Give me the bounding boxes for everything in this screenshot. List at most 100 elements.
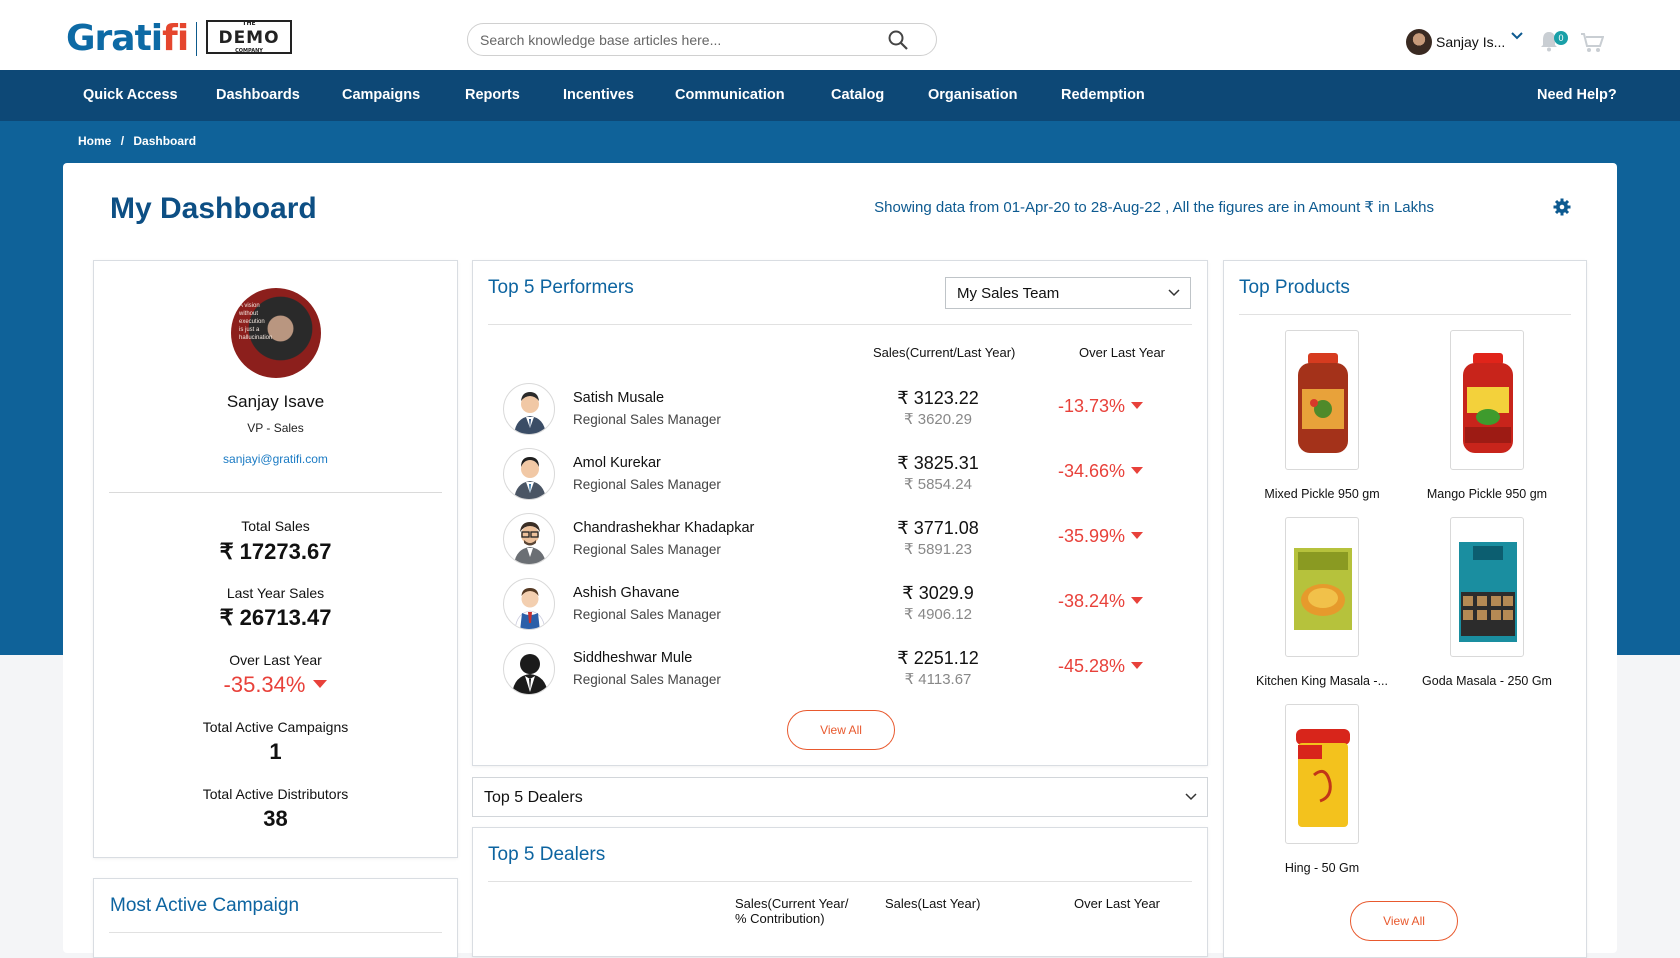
campaign-divider: [109, 932, 442, 933]
performer-avatar: [503, 578, 555, 630]
performer-change-value: -35.99%: [1058, 526, 1126, 546]
cart-icon[interactable]: [1580, 32, 1605, 59]
product-name[interactable]: Goda Masala - 250 Gm: [1407, 674, 1567, 688]
dealers-col-last-year-header: Sales(Last Year): [885, 896, 981, 911]
nav-quick-access[interactable]: Quick Access: [83, 87, 178, 103]
performer-last-year-sales: ₹ 5891.23: [904, 541, 972, 558]
active-distributors-label: Total Active Distributors: [202, 786, 349, 802]
gratifi-logo[interactable]: Gratifi: [66, 18, 189, 59]
performer-change-value: -45.28%: [1058, 656, 1126, 676]
performer-row[interactable]: Chandrashekhar Khadapkar Regional Sales …: [503, 510, 1183, 570]
search-box: [467, 23, 937, 56]
performer-name: Amol Kurekar: [573, 455, 661, 471]
performer-change-value: -34.66%: [1058, 461, 1126, 481]
performer-last-year-sales: ₹ 4906.12: [904, 606, 972, 623]
profile-photo-caption: A vision without execution is just a hal…: [239, 303, 273, 341]
product-image-kitchen-king[interactable]: [1285, 517, 1359, 657]
breadcrumb-current: Dashboard: [133, 134, 197, 148]
performer-current-sales: ₹ 3029.9: [902, 583, 974, 603]
over-last-year-label: Over Last Year: [229, 652, 322, 668]
logo-text-main: Grati: [66, 18, 163, 59]
partner-logo: THE DEMO COMPANY: [206, 20, 292, 54]
products-divider: [1239, 314, 1571, 315]
down-arrow-icon: [1131, 402, 1144, 409]
profile-name: Sanjay Isave: [226, 392, 325, 411]
total-sales-value: ₹ 17273.67: [219, 539, 332, 564]
product-image-mango-pickle[interactable]: [1450, 330, 1524, 470]
products-view-all-button[interactable]: View All: [1350, 901, 1458, 941]
breadcrumb-home[interactable]: Home: [78, 134, 111, 148]
performer-row[interactable]: Amol Kurekar Regional Sales Manager ₹ 38…: [503, 445, 1183, 505]
product-image-goda-masala[interactable]: [1450, 517, 1524, 657]
product-image-hing[interactable]: [1285, 704, 1359, 844]
top-products-panel: Top Products Mixed Pickle 950 gm Mango P…: [1223, 260, 1587, 958]
performer-row[interactable]: Ashish Ghavane Regional Sales Manager ₹ …: [503, 575, 1183, 635]
down-arrow-icon: [1131, 532, 1144, 539]
partner-logo-name: DEMO: [218, 28, 280, 48]
performers-view-all-button[interactable]: View All: [787, 710, 895, 750]
performer-current-sales: ₹ 2251.12: [897, 648, 979, 668]
performer-change: -13.73%: [1058, 396, 1144, 417]
nav-communication[interactable]: Communication: [675, 87, 785, 103]
dealers-select[interactable]: Top 5 Dealers: [472, 777, 1208, 817]
nav-reports[interactable]: Reports: [465, 87, 520, 103]
product-name[interactable]: Kitchen King Masala -...: [1242, 674, 1402, 688]
nav-redemption[interactable]: Redemption: [1061, 87, 1145, 103]
user-name: Sanjay Is...: [1436, 34, 1506, 50]
nav-dashboards[interactable]: Dashboards: [216, 87, 300, 103]
dealers-col-over-header: Over Last Year: [1074, 896, 1160, 911]
performer-name: Ashish Ghavane: [573, 585, 680, 601]
profile-photo: A vision without execution is just a hal…: [231, 288, 321, 378]
performer-avatar: [503, 448, 555, 500]
performers-divider: [488, 324, 1192, 325]
active-campaigns-label: Total Active Campaigns: [202, 719, 349, 735]
active-campaigns-value: 1: [269, 739, 282, 764]
logo-separator: [196, 22, 197, 56]
product-image-mixed-pickle[interactable]: [1285, 330, 1359, 470]
dealers-col-sales-header: Sales(Current Year/: [735, 896, 849, 911]
page-title: My Dashboard: [110, 192, 317, 225]
down-arrow-icon: [1131, 597, 1144, 604]
product-name[interactable]: Mango Pickle 950 gm: [1407, 487, 1567, 501]
top-performers-panel: Top 5 Performers My Sales Team Sales(Cur…: [472, 260, 1208, 766]
top-dealers-title: Top 5 Dealers: [488, 844, 606, 865]
dealers-divider: [488, 881, 1192, 882]
profile-role: VP - Sales: [247, 421, 304, 435]
performer-role: Regional Sales Manager: [573, 542, 721, 557]
sales-team-select[interactable]: My Sales Team: [945, 277, 1191, 309]
down-arrow-icon: [1131, 467, 1144, 474]
breadcrumb-separator: /: [120, 134, 125, 148]
nav-organisation[interactable]: Organisation: [928, 87, 1017, 103]
main-nav: Quick Access Dashboards Campaigns Report…: [0, 70, 1680, 121]
product-name[interactable]: Mixed Pickle 950 gm: [1242, 487, 1402, 501]
performer-row[interactable]: Siddheshwar Mule Regional Sales Manager …: [503, 640, 1183, 700]
performer-current-sales: ₹ 3771.08: [897, 518, 979, 538]
performer-last-year-sales: ₹ 4113.67: [904, 671, 972, 688]
performer-row[interactable]: Satish Musale Regional Sales Manager ₹ 3…: [503, 380, 1183, 440]
profile-panel: A vision without execution is just a hal…: [93, 260, 458, 858]
nav-need-help[interactable]: Need Help?: [1537, 87, 1617, 103]
performer-avatar: [503, 513, 555, 565]
performer-role: Regional Sales Manager: [573, 477, 721, 492]
total-sales-label: Total Sales: [241, 518, 310, 534]
over-last-year-percent: -35.34%: [223, 672, 306, 697]
profile-email-link[interactable]: sanjayi@gratifi.com: [94, 452, 457, 466]
performer-change: -38.24%: [1058, 591, 1144, 612]
dealers-select-value: Top 5 Dealers: [484, 789, 583, 806]
chevron-down-icon[interactable]: [1510, 29, 1524, 48]
search-input[interactable]: [480, 30, 880, 50]
performer-name: Satish Musale: [573, 390, 665, 406]
nav-catalog[interactable]: Catalog: [831, 87, 884, 103]
performer-name: Chandrashekhar Khadapkar: [573, 520, 755, 536]
most-active-campaign-title: Most Active Campaign: [110, 895, 300, 916]
chevron-down-icon: [1168, 289, 1180, 297]
profile-divider: [109, 492, 442, 493]
nav-incentives[interactable]: Incentives: [563, 87, 634, 103]
sales-team-select-value: My Sales Team: [957, 285, 1060, 302]
product-name[interactable]: Hing - 50 Gm: [1242, 861, 1402, 875]
gear-icon[interactable]: [1553, 198, 1571, 221]
performer-current-sales: ₹ 3123.22: [897, 388, 979, 408]
performer-role: Regional Sales Manager: [573, 672, 721, 687]
nav-campaigns[interactable]: Campaigns: [342, 87, 420, 103]
search-icon[interactable]: [888, 30, 908, 55]
